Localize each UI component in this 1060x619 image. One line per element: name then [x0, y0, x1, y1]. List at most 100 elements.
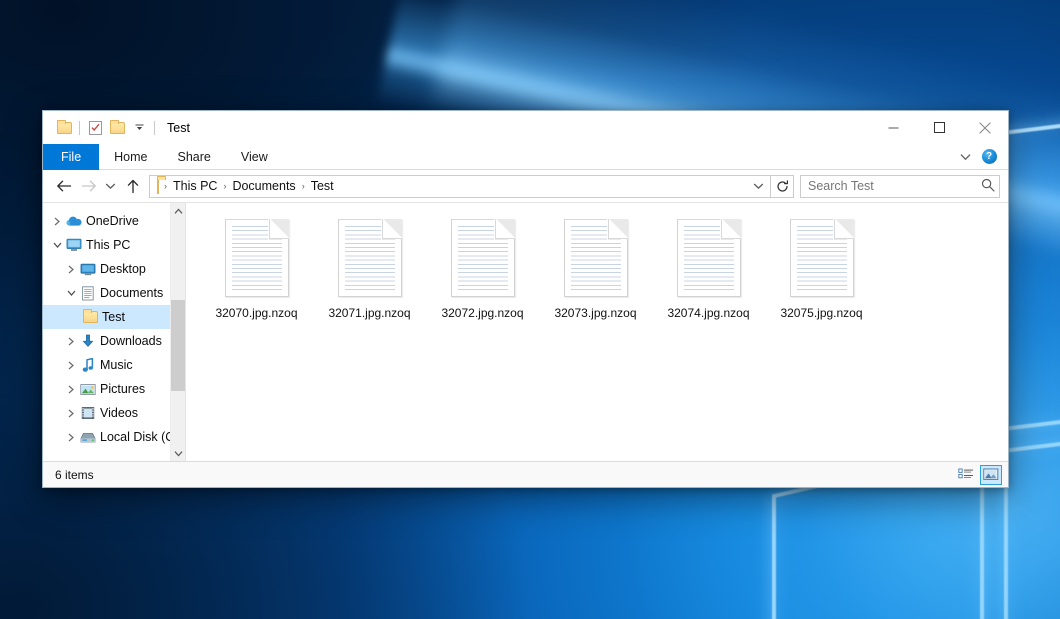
- chevron-right-icon[interactable]: [63, 357, 79, 373]
- sidebar-item-test[interactable]: Test: [43, 305, 185, 329]
- chevron-right-icon[interactable]: [63, 333, 79, 349]
- maximize-button[interactable]: [916, 111, 962, 144]
- music-note-icon: [79, 358, 97, 373]
- scroll-down-arrow-icon[interactable]: [171, 445, 186, 461]
- details-view-icon: [958, 468, 974, 482]
- back-button[interactable]: [51, 174, 76, 198]
- file-list-pane[interactable]: 32070.jpg.nzoq 32071.jpg.nzoq 32072.jpg.…: [185, 203, 1008, 461]
- status-bar: 6 items: [43, 461, 1008, 487]
- ribbon-tab-bar: File Home Share View ?: [43, 144, 1008, 170]
- file-name-label: 32075.jpg.nzoq: [780, 306, 862, 321]
- video-film-icon: [79, 406, 97, 420]
- recent-locations-chevron-down-icon[interactable]: [101, 174, 120, 198]
- sidebar-label-documents: Documents: [100, 286, 163, 300]
- tab-file[interactable]: File: [43, 144, 99, 170]
- chevron-right-icon[interactable]: [63, 381, 79, 397]
- sidebar-item-local-disk-c[interactable]: Local Disk (C:): [43, 425, 185, 449]
- system-menu-folder-icon[interactable]: [53, 117, 75, 139]
- up-button[interactable]: [120, 174, 145, 198]
- customize-quick-access-chevron-down-icon[interactable]: [128, 117, 150, 139]
- view-toggle-group: [955, 465, 1002, 485]
- file-name-label: 32072.jpg.nzoq: [441, 306, 523, 321]
- breadcrumb-documents[interactable]: Documents: [229, 179, 298, 193]
- qat-divider-2: [154, 121, 155, 135]
- navigation-bar: › This PC › Documents › Test: [43, 170, 1008, 202]
- breadcrumb: › This PC › Documents › Test: [161, 179, 749, 193]
- help-button[interactable]: ?: [978, 145, 1000, 169]
- file-item[interactable]: 32072.jpg.nzoq: [426, 213, 539, 335]
- sidebar-item-videos[interactable]: Videos: [43, 401, 185, 425]
- breadcrumb-this-pc[interactable]: This PC: [170, 179, 220, 193]
- desktop-icon: [79, 263, 97, 276]
- sidebar-label-this-pc: This PC: [86, 238, 130, 252]
- sidebar-label-onedrive: OneDrive: [86, 214, 139, 228]
- minimize-button[interactable]: [870, 111, 916, 144]
- item-count-label: 6 items: [55, 468, 94, 482]
- folder-icon: [81, 311, 99, 323]
- window-title: Test: [167, 121, 190, 135]
- chevron-right-icon[interactable]: [63, 261, 79, 277]
- file-name-label: 32074.jpg.nzoq: [667, 306, 749, 321]
- breadcrumb-separator-1[interactable]: ›: [220, 181, 229, 191]
- search-icon[interactable]: [981, 178, 995, 195]
- sidebar-item-this-pc[interactable]: This PC: [43, 233, 185, 257]
- sidebar-scrollbar-thumb[interactable]: [171, 300, 186, 390]
- sidebar-item-documents[interactable]: Documents: [43, 281, 185, 305]
- quick-access-toolbar: [43, 117, 159, 139]
- file-item[interactable]: 32071.jpg.nzoq: [313, 213, 426, 335]
- sidebar-label-pictures: Pictures: [100, 382, 145, 396]
- search-input[interactable]: [808, 179, 981, 193]
- file-item[interactable]: 32074.jpg.nzoq: [652, 213, 765, 335]
- sidebar-item-downloads[interactable]: Downloads: [43, 329, 185, 353]
- chevron-down-icon[interactable]: [49, 237, 65, 253]
- chevron-right-icon[interactable]: [63, 429, 79, 445]
- file-name-label: 32070.jpg.nzoq: [215, 306, 297, 321]
- blank-document-icon: [451, 219, 515, 297]
- blank-document-icon: [677, 219, 741, 297]
- properties-icon[interactable]: [84, 117, 106, 139]
- window-controls: [870, 111, 1008, 144]
- tab-home[interactable]: Home: [99, 144, 162, 170]
- desktop: Test File Home Share View: [0, 0, 1060, 619]
- sidebar-item-pictures[interactable]: Pictures: [43, 377, 185, 401]
- breadcrumb-separator-2[interactable]: ›: [299, 181, 308, 191]
- expand-ribbon-chevron-down-icon[interactable]: [954, 145, 976, 169]
- file-item[interactable]: 32075.jpg.nzoq: [765, 213, 878, 335]
- hard-drive-icon: [79, 431, 97, 444]
- chevron-right-icon[interactable]: [49, 213, 65, 229]
- sidebar-label-desktop: Desktop: [100, 262, 146, 276]
- forward-button[interactable]: [76, 174, 101, 198]
- title-bar: Test: [43, 111, 1008, 144]
- large-icons-view-button[interactable]: [980, 465, 1002, 485]
- new-folder-icon[interactable]: [106, 117, 128, 139]
- tab-share[interactable]: Share: [163, 144, 226, 170]
- documents-icon: [79, 286, 97, 301]
- close-button[interactable]: [962, 111, 1008, 144]
- sidebar-label-videos: Videos: [100, 406, 138, 420]
- tab-view[interactable]: View: [226, 144, 283, 170]
- file-name-label: 32073.jpg.nzoq: [554, 306, 636, 321]
- file-explorer-window: Test File Home Share View: [42, 110, 1009, 488]
- refresh-button[interactable]: [771, 175, 794, 198]
- search-box[interactable]: [800, 175, 1000, 198]
- scroll-up-arrow-icon[interactable]: [171, 203, 186, 219]
- window-body: OneDrive This PC: [43, 202, 1008, 461]
- details-view-button[interactable]: [955, 465, 977, 485]
- file-name-label: 32071.jpg.nzoq: [328, 306, 410, 321]
- onedrive-cloud-icon: [65, 215, 83, 227]
- chevron-right-icon[interactable]: [63, 405, 79, 421]
- sidebar-item-music[interactable]: Music: [43, 353, 185, 377]
- sidebar-scrollbar[interactable]: [170, 203, 185, 461]
- file-item[interactable]: 32070.jpg.nzoq: [200, 213, 313, 335]
- sidebar-scrollbar-track[interactable]: [171, 219, 186, 445]
- address-bar[interactable]: › This PC › Documents › Test: [149, 175, 771, 198]
- monitor-icon: [65, 238, 83, 252]
- chevron-down-icon[interactable]: [63, 285, 79, 301]
- address-dropdown-chevron-down-icon[interactable]: [749, 182, 767, 190]
- sidebar-item-desktop[interactable]: Desktop: [43, 257, 185, 281]
- sidebar-label-downloads: Downloads: [100, 334, 162, 348]
- file-item[interactable]: 32073.jpg.nzoq: [539, 213, 652, 335]
- navigation-pane: OneDrive This PC: [43, 203, 185, 461]
- breadcrumb-test[interactable]: Test: [308, 179, 337, 193]
- sidebar-item-onedrive[interactable]: OneDrive: [43, 209, 185, 233]
